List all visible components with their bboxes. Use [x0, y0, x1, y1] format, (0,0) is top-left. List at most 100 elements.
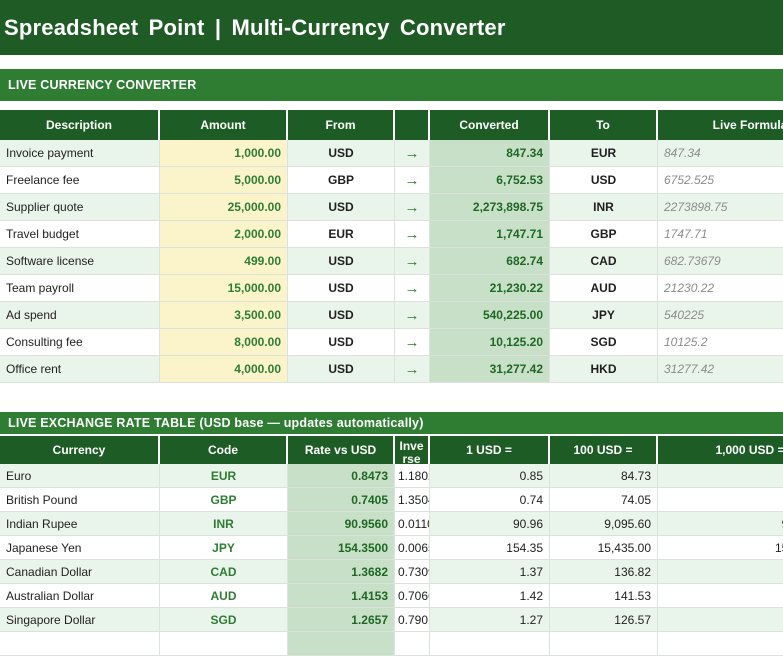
cell-from-currency[interactable]: USD	[288, 329, 395, 355]
cell-description[interactable]: Supplier quote	[0, 194, 160, 220]
cell-rate-vs-usd[interactable]: 1.2657	[288, 608, 395, 631]
cell-live-formula[interactable]: 1747.71	[658, 221, 783, 247]
cell-1000-usd[interactable]: 1,368.20	[658, 560, 783, 583]
cell-to-currency[interactable]: CAD	[550, 248, 658, 274]
cell-amount[interactable]: 15,000.00	[160, 275, 288, 301]
cell-currency-code[interactable]: INR	[160, 512, 288, 535]
cell-currency-name[interactable]: Singapore Dollar	[0, 608, 160, 631]
cell-100-usd[interactable]: 126.57	[550, 608, 658, 631]
cell-100-usd[interactable]: 9,095.60	[550, 512, 658, 535]
cell-to-currency[interactable]: EUR	[550, 140, 658, 166]
cell-converted[interactable]: 6,752.53	[430, 167, 550, 193]
cell-amount[interactable]: 8,000.00	[160, 329, 288, 355]
cell-from-currency[interactable]: USD	[288, 140, 395, 166]
cell-description[interactable]: Consulting fee	[0, 329, 160, 355]
cell-100-usd[interactable]: 136.82	[550, 560, 658, 583]
cell-converted[interactable]: 682.74	[430, 248, 550, 274]
cell-to-currency[interactable]: HKD	[550, 356, 658, 382]
cell-rate-vs-usd[interactable]: 0.7405	[288, 488, 395, 511]
cell-live-formula[interactable]: 540225	[658, 302, 783, 328]
cell-currency-name[interactable]: Canadian Dollar	[0, 560, 160, 583]
cell-amount[interactable]: 25,000.00	[160, 194, 288, 220]
cell-description[interactable]: Ad spend	[0, 302, 160, 328]
cell-rate-vs-usd[interactable]: 1.4153	[288, 584, 395, 607]
cell-description[interactable]: Freelance fee	[0, 167, 160, 193]
cell-description[interactable]: Invoice payment	[0, 140, 160, 166]
cell-description[interactable]: Office rent	[0, 356, 160, 382]
cell-currency-code[interactable]: GBP	[160, 488, 288, 511]
cell-rate-vs-usd[interactable]: 0.8473	[288, 464, 395, 487]
cell-amount[interactable]: 4,000.00	[160, 356, 288, 382]
cell-converted[interactable]: 1,747.71	[430, 221, 550, 247]
cell-description[interactable]: Software license	[0, 248, 160, 274]
cell-rate-vs-usd[interactable]: 154.3500	[288, 536, 395, 559]
cell-currency-code[interactable]: CAD	[160, 560, 288, 583]
cell-from-currency[interactable]: USD	[288, 302, 395, 328]
cell-rate-vs-usd[interactable]	[288, 632, 395, 655]
cell-to-currency[interactable]: AUD	[550, 275, 658, 301]
cell-converted[interactable]: 847.34	[430, 140, 550, 166]
cell-converted[interactable]: 2,273,898.75	[430, 194, 550, 220]
cell-1-usd[interactable]: 1.37	[430, 560, 550, 583]
cell-1000-usd[interactable]	[658, 632, 783, 655]
cell-currency-name[interactable]: Indian Rupee	[0, 512, 160, 535]
cell-amount[interactable]: 499.00	[160, 248, 288, 274]
cell-amount[interactable]: 5,000.00	[160, 167, 288, 193]
cell-rate-vs-usd[interactable]: 1.3682	[288, 560, 395, 583]
cell-currency-code[interactable]: EUR	[160, 464, 288, 487]
cell-currency-code[interactable]	[160, 632, 288, 655]
cell-inverse-rate[interactable]: 1.1802	[395, 464, 430, 487]
cell-amount[interactable]: 3,500.00	[160, 302, 288, 328]
cell-live-formula[interactable]: 10125.2	[658, 329, 783, 355]
cell-100-usd[interactable]: 15,435.00	[550, 536, 658, 559]
cell-from-currency[interactable]: USD	[288, 194, 395, 220]
cell-from-currency[interactable]: USD	[288, 356, 395, 382]
cell-currency-name[interactable]	[0, 632, 160, 655]
cell-live-formula[interactable]: 2273898.75	[658, 194, 783, 220]
cell-live-formula[interactable]: 21230.22	[658, 275, 783, 301]
cell-description[interactable]: Team payroll	[0, 275, 160, 301]
cell-live-formula[interactable]: 847.34	[658, 140, 783, 166]
cell-to-currency[interactable]: INR	[550, 194, 658, 220]
cell-currency-code[interactable]: SGD	[160, 608, 288, 631]
cell-inverse-rate[interactable]: 0.7309	[395, 560, 430, 583]
cell-from-currency[interactable]: USD	[288, 275, 395, 301]
cell-inverse-rate[interactable]: 0.7901	[395, 608, 430, 631]
cell-1000-usd[interactable]: 90,956.00	[658, 512, 783, 535]
cell-currency-name[interactable]: Australian Dollar	[0, 584, 160, 607]
cell-inverse-rate[interactable]: 0.0065	[395, 536, 430, 559]
cell-to-currency[interactable]: USD	[550, 167, 658, 193]
cell-rate-vs-usd[interactable]: 90.9560	[288, 512, 395, 535]
cell-inverse-rate[interactable]: 0.7066	[395, 584, 430, 607]
cell-inverse-rate[interactable]	[395, 632, 430, 655]
cell-1000-usd[interactable]: 1,415.30	[658, 584, 783, 607]
cell-converted[interactable]: 31,277.42	[430, 356, 550, 382]
cell-100-usd[interactable]: 141.53	[550, 584, 658, 607]
cell-description[interactable]: Travel budget	[0, 221, 160, 247]
cell-live-formula[interactable]: 31277.42	[658, 356, 783, 382]
cell-1000-usd[interactable]: 847.30	[658, 464, 783, 487]
cell-1000-usd[interactable]: 1,265.70	[658, 608, 783, 631]
cell-from-currency[interactable]: GBP	[288, 167, 395, 193]
cell-1-usd[interactable]	[430, 632, 550, 655]
cell-from-currency[interactable]: EUR	[288, 221, 395, 247]
cell-currency-code[interactable]: AUD	[160, 584, 288, 607]
cell-currency-name[interactable]: Euro	[0, 464, 160, 487]
cell-amount[interactable]: 1,000.00	[160, 140, 288, 166]
cell-from-currency[interactable]: USD	[288, 248, 395, 274]
cell-amount[interactable]: 2,000.00	[160, 221, 288, 247]
cell-1000-usd[interactable]: 740.50	[658, 488, 783, 511]
cell-currency-name[interactable]: Japanese Yen	[0, 536, 160, 559]
cell-currency-name[interactable]: British Pound	[0, 488, 160, 511]
cell-inverse-rate[interactable]: 1.3504	[395, 488, 430, 511]
cell-converted[interactable]: 10,125.20	[430, 329, 550, 355]
cell-1-usd[interactable]: 0.85	[430, 464, 550, 487]
cell-to-currency[interactable]: SGD	[550, 329, 658, 355]
cell-inverse-rate[interactable]: 0.0110	[395, 512, 430, 535]
cell-converted[interactable]: 21,230.22	[430, 275, 550, 301]
cell-1-usd[interactable]: 154.35	[430, 536, 550, 559]
cell-100-usd[interactable]: 84.73	[550, 464, 658, 487]
cell-100-usd[interactable]	[550, 632, 658, 655]
cell-live-formula[interactable]: 6752.525	[658, 167, 783, 193]
cell-1000-usd[interactable]: 154,350.00	[658, 536, 783, 559]
